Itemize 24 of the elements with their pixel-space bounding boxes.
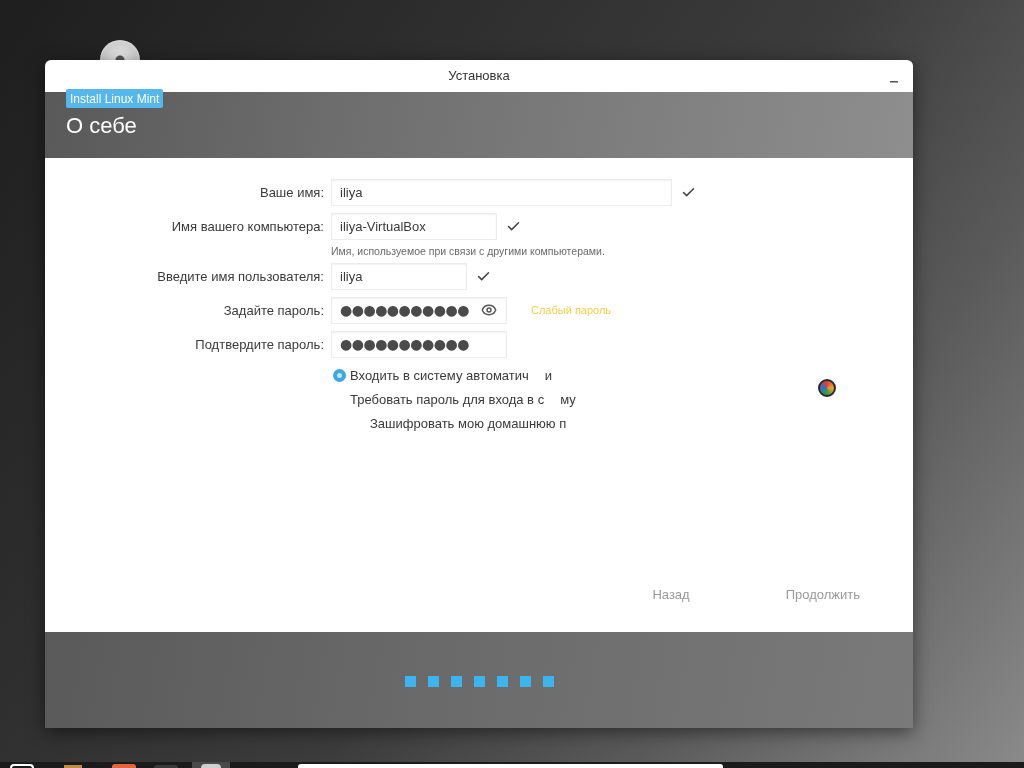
product-badge: Install Linux Mint [66, 89, 164, 108]
field-hint: Имя, используемое при связи с другими компьютерами. [331, 244, 605, 259]
app-icon[interactable] [192, 762, 230, 768]
radio-button[interactable] [333, 369, 346, 383]
option-label[interactable]: Зашифровать мою домашнюю п [370, 414, 567, 434]
page-title: О себе [66, 113, 137, 139]
menu-icon[interactable] [10, 764, 34, 768]
option-label[interactable]: Требовать пароль для входа в с [350, 390, 545, 410]
minimize-icon [890, 81, 898, 83]
option-label-fragment: му [560, 391, 576, 409]
text-field[interactable]: iliya-VirtualBox [331, 213, 497, 240]
option-label[interactable]: Входить в систему автоматич [350, 366, 529, 386]
field-label: Имя вашего компьютера: [171, 217, 324, 236]
field-label: Подтвердите пароль: [195, 335, 324, 354]
password-field[interactable]: ●●●●●●●●●●● [331, 330, 507, 358]
field-label: Ваше имя: [259, 183, 324, 202]
window-title: Установка [448, 67, 510, 86]
field-label: Задайте пароль: [223, 301, 324, 320]
text-field[interactable]: iliya [331, 262, 467, 290]
field-label: Введите имя пользователя: [157, 267, 324, 286]
text-field[interactable]: iliya [331, 179, 672, 206]
password-strength-text: Слабый пароль [531, 303, 612, 318]
option-label-fragment: и [544, 367, 553, 385]
password-field[interactable]: ●●●●●●●●●●● [331, 296, 507, 324]
